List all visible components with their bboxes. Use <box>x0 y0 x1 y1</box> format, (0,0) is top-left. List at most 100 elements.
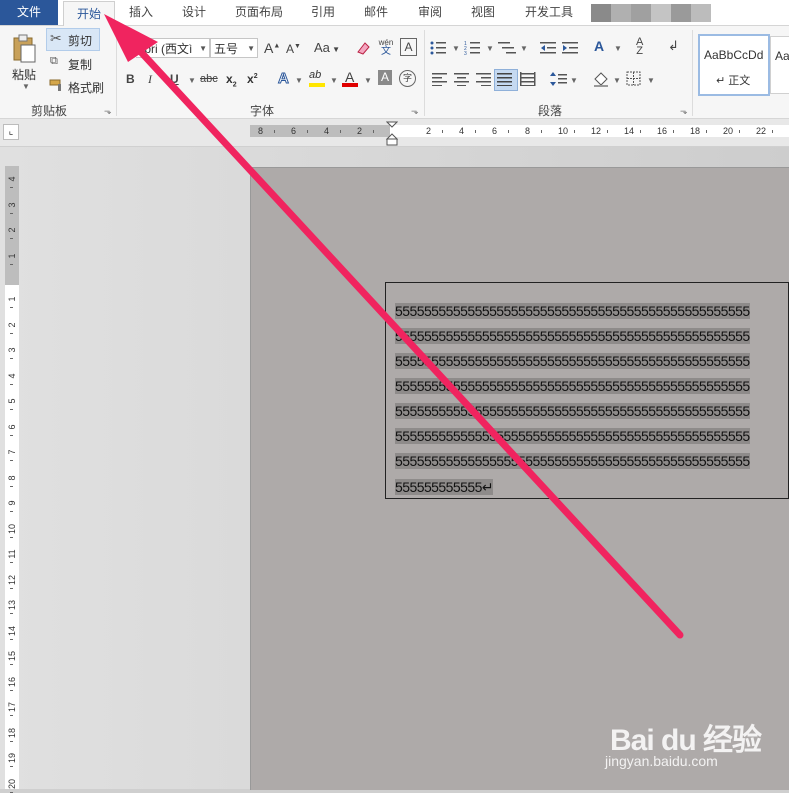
text-effects-icon[interactable]: A <box>278 70 290 88</box>
ruler-tick <box>475 130 476 133</box>
align-left-icon[interactable] <box>432 72 448 86</box>
grow-font-icon[interactable]: A▲ <box>264 40 280 56</box>
numbering-icon[interactable]: 123 <box>464 40 486 56</box>
clipboard-launcher-icon[interactable]: ⬎ <box>104 106 112 117</box>
format-painter-button[interactable]: 格式刷 <box>68 79 104 96</box>
text-line[interactable]: 5555555555555555555555555555555555555555… <box>395 328 750 344</box>
ruler-tick <box>10 791 13 793</box>
text-line[interactable]: 5555555555555555555555555555555555555555… <box>395 303 750 319</box>
tab-file[interactable]: 文件 <box>0 0 58 25</box>
borders-icon[interactable] <box>626 71 641 86</box>
ruler-number: 17 <box>7 702 17 713</box>
chinese-layout-dropdown-icon[interactable]: ▼ <box>614 44 622 53</box>
tab-review[interactable]: 审阅 <box>406 0 454 25</box>
show-marks-icon[interactable]: ↲ <box>668 38 679 54</box>
chinese-layout-icon[interactable]: A <box>594 38 604 54</box>
multilevel-icon[interactable] <box>498 40 520 56</box>
paste-icon[interactable] <box>11 34 37 64</box>
ruler-number: 4 <box>7 373 17 379</box>
text-line[interactable]: 5555555555555555555555555555555555555555… <box>395 378 750 394</box>
align-right-icon[interactable] <box>476 72 492 86</box>
subscript-icon[interactable]: x2 <box>226 72 237 88</box>
ruler-number: 4 <box>324 126 330 136</box>
underline-icon[interactable]: U <box>170 72 179 86</box>
underline-dropdown-icon[interactable]: ▼ <box>188 76 196 85</box>
tab-design[interactable]: 设计 <box>170 0 218 25</box>
character-border-icon[interactable]: A <box>400 38 417 56</box>
ruler-number: 22 <box>756 126 767 136</box>
tab-mailings[interactable]: 邮件 <box>352 0 400 25</box>
indent-marker-icon[interactable] <box>386 121 398 147</box>
ruler-tick <box>10 409 13 410</box>
strikethrough-icon[interactable]: abc <box>200 73 218 85</box>
ruler-number: 19 <box>7 753 17 764</box>
clipboard-group-label: 剪贴板 <box>31 104 68 118</box>
tab-home[interactable]: 开始 <box>63 1 115 27</box>
ruler-number: 18 <box>7 727 17 738</box>
ruler-tick <box>10 562 13 563</box>
increase-indent-icon[interactable] <box>562 40 580 56</box>
highlight-dropdown-icon[interactable]: ▼ <box>330 76 338 85</box>
style-normal[interactable]: AaBbCcDd ↵ 正文 <box>698 34 770 96</box>
text-box[interactable]: 5555555555555555555555555555555555555555… <box>385 282 789 499</box>
shading-dropdown-icon[interactable]: ▼ <box>613 76 621 85</box>
text-line[interactable]: 5555555555555555555555555555555555555555… <box>395 403 750 419</box>
tab-page-layout[interactable]: 页面布局 <box>224 0 294 25</box>
ruler-tick <box>10 766 13 767</box>
text-line[interactable]: 555555555555↵ <box>395 479 494 495</box>
multilevel-dropdown-icon[interactable]: ▼ <box>520 44 528 53</box>
paragraph-launcher-icon[interactable]: ⬎ <box>680 106 688 117</box>
tab-developer[interactable]: 开发工具 <box>513 0 585 25</box>
text-line[interactable]: 5555555555555555555555555555555555555555… <box>395 353 750 369</box>
ruler-number: 5 <box>7 398 17 404</box>
tab-references[interactable]: 引用 <box>300 0 346 25</box>
bold-icon[interactable]: B <box>126 72 135 86</box>
font-launcher-icon[interactable]: ⬎ <box>411 106 419 117</box>
ruler-tick <box>10 715 13 716</box>
paste-dropdown-icon[interactable]: ▼ <box>22 82 30 91</box>
phonetic-guide-icon[interactable]: wén 文 <box>378 38 394 57</box>
ruler-number: 6 <box>7 424 17 430</box>
numbering-dropdown-icon[interactable]: ▼ <box>486 44 494 53</box>
line-spacing-dropdown-icon[interactable]: ▼ <box>570 76 578 85</box>
ruler-number: 12 <box>591 126 602 136</box>
decrease-indent-icon[interactable] <box>540 40 558 56</box>
text-line[interactable]: 5555555555555555555555555555555555555555… <box>395 428 750 444</box>
style-next-preview: Aa <box>775 49 789 63</box>
font-color-dropdown-icon[interactable]: ▼ <box>364 76 372 85</box>
shrink-font-icon[interactable]: A▼ <box>286 42 301 56</box>
shrink-font-label: A <box>286 42 295 56</box>
clear-format-icon[interactable] <box>355 40 371 56</box>
bullets-icon[interactable] <box>430 40 452 56</box>
ruler-tick <box>508 130 509 133</box>
paste-button[interactable]: 粘贴 <box>12 66 36 83</box>
bullets-dropdown-icon[interactable]: ▼ <box>452 44 460 53</box>
superscript-icon[interactable]: x2 <box>247 72 258 86</box>
copy-button[interactable]: 复制 <box>68 56 92 73</box>
account-blocks <box>591 4 711 22</box>
enclose-character-icon[interactable]: 字 <box>399 70 416 87</box>
font-name-select[interactable]: libri (西文ì ▼ <box>136 38 210 58</box>
change-case-icon[interactable]: Aa ▼ <box>314 40 340 55</box>
ruler-number: 1 <box>7 296 17 302</box>
text-line[interactable]: 5555555555555555555555555555555555555555… <box>395 453 750 469</box>
cut-button[interactable]: 剪切 <box>68 32 92 49</box>
distribute-icon[interactable] <box>520 72 536 86</box>
ruler-tick <box>10 638 13 640</box>
borders-dropdown-icon[interactable]: ▼ <box>647 76 655 85</box>
character-shading-icon[interactable]: A <box>378 70 392 85</box>
style-next[interactable]: Aa <box>770 36 789 94</box>
center-icon[interactable] <box>454 72 470 86</box>
sort-icon[interactable]: AZ <box>636 37 643 57</box>
tab-insert[interactable]: 插入 <box>118 0 164 25</box>
superscript-label: x <box>247 72 254 86</box>
line-spacing-icon[interactable] <box>550 71 568 87</box>
phonetic-bottom: 文 <box>381 46 391 57</box>
highlight-icon[interactable]: ab <box>309 69 321 81</box>
tab-view[interactable]: 视图 <box>459 0 507 25</box>
text-effects-dropdown-icon[interactable]: ▼ <box>295 76 303 85</box>
font-size-select[interactable]: 五号 ▼ <box>210 38 258 58</box>
shading-bucket-icon[interactable] <box>592 71 610 87</box>
ruler-tick <box>10 434 13 436</box>
italic-icon[interactable]: I <box>148 72 152 87</box>
